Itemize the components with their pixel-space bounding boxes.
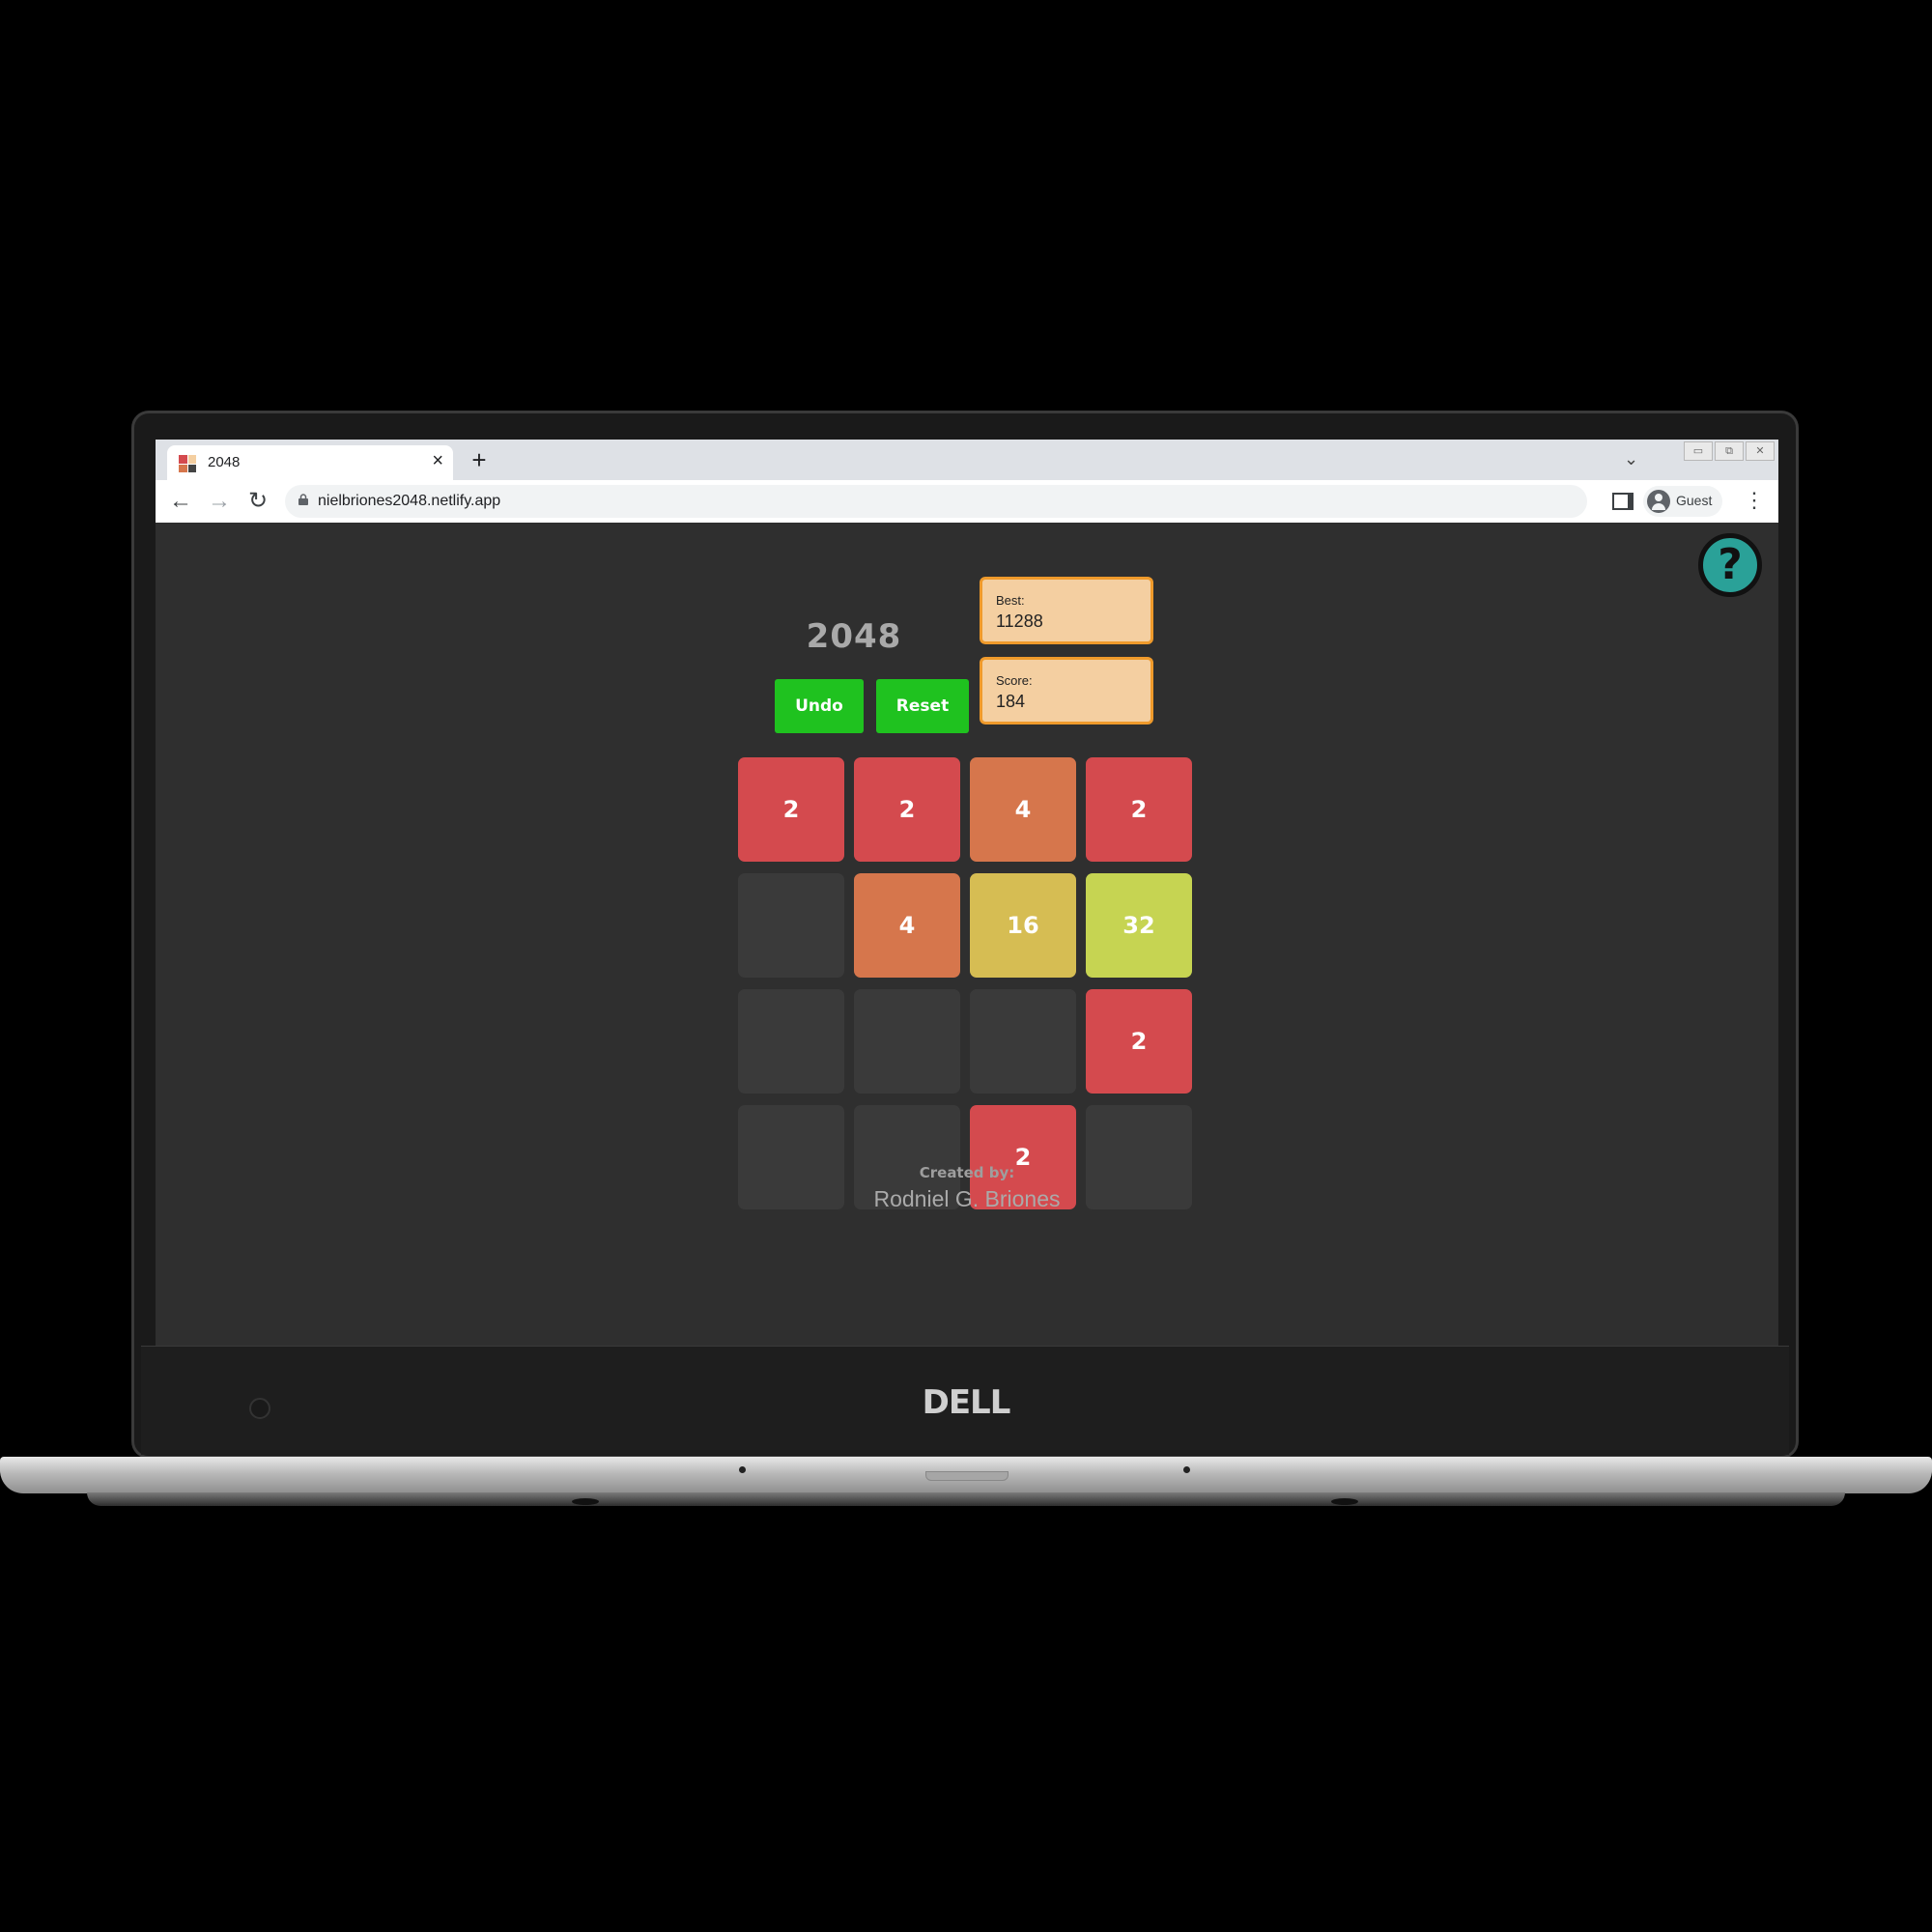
reload-icon[interactable]: ↻ — [244, 488, 271, 515]
tab-title: 2048 — [208, 454, 241, 470]
laptop-base-underside — [87, 1492, 1845, 1506]
score-label: Score: — [996, 673, 1033, 688]
tile-32: 32 — [1086, 873, 1192, 978]
lock-icon — [298, 494, 308, 505]
favicon-icon — [179, 455, 196, 472]
tile-2: 2 — [1086, 757, 1192, 862]
browser-tab[interactable]: 2048 × — [167, 445, 453, 480]
tile-2: 2 — [738, 757, 844, 862]
more-menu-icon[interactable]: ⋮ — [1744, 488, 1765, 513]
hinge-dot — [1183, 1466, 1190, 1473]
close-tab-icon[interactable]: × — [432, 450, 443, 472]
window-controls: ▭ ⧉ ✕ — [1684, 441, 1775, 461]
undo-button[interactable]: Undo — [775, 679, 864, 733]
hinge-dot — [739, 1466, 746, 1473]
score-box: Score: 184 — [980, 657, 1153, 724]
forward-arrow-icon[interactable]: → — [206, 488, 233, 515]
tab-bar: 2048 × + ⌄ ▭ ⧉ ✕ — [156, 440, 1778, 480]
tile-4: 4 — [970, 757, 1076, 862]
laptop-foot — [572, 1498, 599, 1505]
tile-2: 2 — [1086, 989, 1192, 1094]
tile-16: 16 — [970, 873, 1076, 978]
back-arrow-icon[interactable]: ← — [167, 488, 194, 515]
score-value: 184 — [996, 692, 1026, 711]
best-score-box: Best: 11288 — [980, 577, 1153, 644]
avatar-icon — [1647, 490, 1670, 513]
new-tab-button[interactable]: + — [465, 445, 494, 474]
help-button[interactable]: ? — [1698, 533, 1762, 597]
empty-cell — [738, 989, 844, 1094]
url-text: nielbriones2048.netlify.app — [318, 493, 501, 509]
address-bar[interactable]: nielbriones2048.netlify.app — [285, 485, 1587, 518]
brand-logo: DELL — [922, 1383, 1011, 1422]
restore-button[interactable]: ⧉ — [1715, 441, 1744, 461]
profile-button[interactable]: Guest — [1643, 486, 1722, 517]
chevron-down-icon[interactable]: ⌄ — [1624, 449, 1638, 469]
game-board[interactable]: 2 2 4 2 4 16 32 2 2 — [738, 757, 1202, 1221]
best-value: 11288 — [996, 611, 1043, 631]
game-title: 2048 — [806, 617, 902, 656]
browser-window: 2048 × + ⌄ ▭ ⧉ ✕ ← → ↻ nielbriones2048.n… — [156, 440, 1778, 1346]
browser-toolbar: ← → ↻ nielbriones2048.netlify.app Guest … — [156, 480, 1778, 523]
laptop-foot — [1331, 1498, 1358, 1505]
tile-2: 2 — [854, 757, 960, 862]
credit-label: Created by: — [919, 1164, 1015, 1181]
lid-notch — [925, 1471, 1009, 1481]
tile-4: 4 — [854, 873, 960, 978]
side-panel-icon[interactable] — [1612, 493, 1634, 510]
webcam — [249, 1398, 270, 1419]
minimize-button[interactable]: ▭ — [1684, 441, 1713, 461]
best-label: Best: — [996, 593, 1025, 608]
empty-cell — [738, 873, 844, 978]
reset-button[interactable]: Reset — [876, 679, 969, 733]
empty-cell — [970, 989, 1076, 1094]
profile-label: Guest — [1676, 493, 1713, 508]
window-close-button[interactable]: ✕ — [1746, 441, 1775, 461]
empty-cell — [854, 989, 960, 1094]
credit-name: Rodniel G. Briones — [873, 1186, 1061, 1211]
